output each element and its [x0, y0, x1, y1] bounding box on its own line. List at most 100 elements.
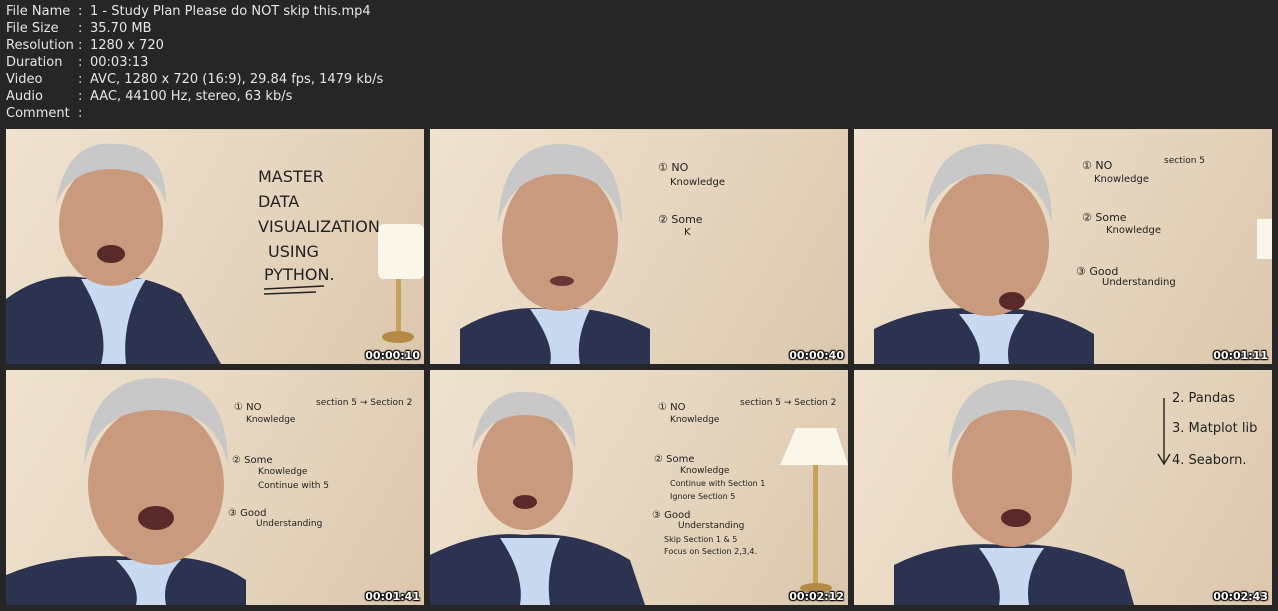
info-separator: :	[78, 55, 83, 70]
info-row-audio: Audio: AAC, 44100 Hz, stereo, 63 kb/s	[6, 88, 383, 105]
mouth	[550, 276, 574, 286]
info-label: Duration	[6, 55, 63, 70]
board-text: Understanding	[1102, 277, 1176, 288]
board-text: Ignore Section 5	[670, 492, 735, 501]
video-frame: 2. Pandas 3. Matplot lib 4. Seaborn.	[894, 380, 1257, 605]
info-separator: :	[78, 89, 83, 104]
info-row-comment: Comment:	[6, 105, 383, 122]
board-text: USING	[268, 242, 319, 261]
info-label: Audio	[6, 89, 43, 104]
video-frame: ① NO Knowledge section 5 → Section 2 ② S…	[6, 378, 412, 605]
board-text: Knowledge	[680, 466, 730, 476]
board-text: Continue with 5	[258, 481, 329, 491]
info-value: 1280 x 720	[90, 38, 164, 53]
info-row-resolution: Resolution:1280 x 720	[6, 37, 383, 54]
info-label: Comment	[6, 106, 70, 121]
info-value: 35.70 MB	[90, 21, 152, 36]
info-separator: :	[78, 72, 83, 87]
board-text: ② Some	[1082, 211, 1127, 224]
info-row-video: Video: AVC, 1280 x 720 (16:9), 29.84 fps,…	[6, 71, 383, 88]
info-label: File Size	[6, 21, 59, 36]
info-separator: :	[78, 38, 83, 53]
timestamp: 00:02:43	[1213, 590, 1268, 603]
underline	[263, 291, 317, 295]
info-label: File Name	[6, 4, 71, 19]
timestamp: 00:00:40	[789, 349, 844, 362]
info-row-duration: Duration:00:03:13	[6, 54, 383, 71]
board-text: ① NO	[658, 402, 686, 413]
board-text: ③ Good	[652, 510, 690, 521]
video-frame: ① NO Knowledge section 5 → Section 2 ② S…	[430, 391, 848, 605]
video-thumbnail[interactable]: ① NO Knowledge section 5 → Section 2 ② S…	[430, 370, 848, 605]
board-text: 3. Matplot lib	[1172, 421, 1257, 436]
video-frame: ① NO Knowledge ② Some K	[460, 144, 725, 364]
video-frame: ① NO Knowledge section 5 ② Some Knowledg…	[874, 144, 1272, 364]
lamp-shade	[780, 428, 848, 465]
board-text: ③ Good	[228, 508, 266, 519]
video-frame: MASTER DATA VISUALIZATION USING PYTHON.	[6, 143, 424, 364]
lamp-stand	[396, 279, 401, 334]
info-value: AVC, 1280 x 720 (16:9), 29.84 fps, 1479 …	[90, 72, 384, 87]
info-row-file-name: File Name:1 - Study Plan Please do NOT s…	[6, 3, 383, 20]
face	[929, 172, 1049, 316]
board-text: 2. Pandas	[1172, 391, 1235, 406]
video-thumbnail[interactable]: ① NO Knowledge section 5 → Section 2 ② S…	[6, 370, 424, 605]
video-thumbnail[interactable]: MASTER DATA VISUALIZATION USING PYTHON. …	[6, 129, 424, 364]
board-text: Knowledge	[258, 467, 308, 477]
info-separator: :	[78, 4, 83, 19]
board-text: Continue with Section 1	[670, 479, 765, 488]
info-separator: :	[78, 106, 83, 121]
board-text: Knowledge	[670, 415, 720, 425]
lamp-stand	[813, 465, 818, 585]
lamp-shade	[1257, 219, 1272, 259]
board-text: ② Some	[654, 454, 695, 465]
thumbnail-grid: MASTER DATA VISUALIZATION USING PYTHON. …	[6, 129, 1272, 605]
mouth	[513, 495, 537, 509]
board-text: ① NO	[658, 161, 689, 174]
mouth	[1001, 509, 1031, 527]
lamp-base	[382, 331, 414, 343]
file-info-panel: File Name:1 - Study Plan Please do NOT s…	[6, 3, 383, 122]
mouth	[138, 506, 174, 530]
board-text: section 5 → Section 2	[740, 398, 836, 408]
timestamp: 00:01:11	[1213, 349, 1268, 362]
mouth	[999, 292, 1025, 310]
board-text: Knowledge	[1106, 225, 1161, 236]
timestamp: 00:02:12	[789, 590, 844, 603]
timestamp: 00:00:10	[365, 349, 420, 362]
info-value: 00:03:13	[90, 55, 149, 70]
board-text: VISUALIZATION	[258, 217, 380, 236]
board-text: ② Some	[658, 213, 703, 226]
board-text: Knowledge	[246, 415, 296, 425]
face	[502, 167, 618, 311]
info-row-file-size: File Size:35.70 MB	[6, 20, 383, 37]
board-text: Understanding	[256, 519, 322, 529]
board-text: K	[684, 227, 691, 238]
lamp-shade	[378, 224, 424, 279]
board-text: 4. Seaborn.	[1172, 453, 1246, 468]
face	[88, 405, 224, 565]
thumbnail-sheet: { "info": [ {"key": "File Name", "value"…	[0, 0, 1278, 611]
info-label: Video	[6, 72, 43, 87]
timestamp: 00:01:41	[365, 590, 420, 603]
info-value: AAC, 44100 Hz, stereo, 63 kb/s	[90, 89, 293, 104]
board-text: Focus on Section 2,3,4.	[664, 547, 757, 556]
board-text: MASTER	[258, 167, 324, 186]
board-text: ② Some	[232, 455, 273, 466]
info-label: Resolution	[6, 38, 74, 53]
board-text: Knowledge	[1094, 174, 1149, 185]
mouth	[97, 245, 125, 263]
board-text: section 5 → Section 2	[316, 398, 412, 408]
video-thumbnail[interactable]: ① NO Knowledge ② Some K 00:00:40	[430, 129, 848, 364]
board-text: Skip Section 1 & 5	[664, 535, 737, 544]
board-text: ① NO	[234, 402, 262, 413]
board-text: DATA	[258, 192, 299, 211]
face	[59, 162, 163, 286]
info-value: 1 - Study Plan Please do NOT skip this.m…	[90, 4, 371, 19]
info-separator: :	[78, 21, 83, 36]
face	[477, 410, 573, 530]
board-text: PYTHON.	[264, 265, 335, 284]
video-thumbnail[interactable]: 2. Pandas 3. Matplot lib 4. Seaborn. 00:…	[854, 370, 1272, 605]
board-text: section 5	[1164, 156, 1205, 166]
video-thumbnail[interactable]: ① NO Knowledge section 5 ② Some Knowledg…	[854, 129, 1272, 364]
